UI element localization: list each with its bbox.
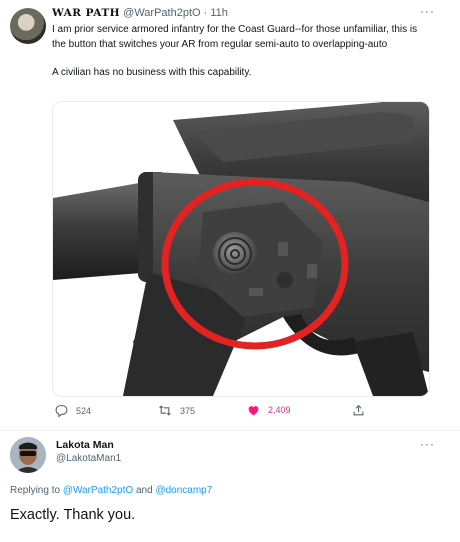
more-icon[interactable]: ··· bbox=[420, 437, 435, 451]
tweet1-text: I am prior service armored infantry for … bbox=[52, 23, 432, 81]
replying-to: Replying to @WarPath2ptO and @doncamp7 bbox=[10, 485, 212, 496]
share-button[interactable] bbox=[352, 404, 365, 417]
share-icon bbox=[353, 404, 364, 416]
tweet1-paragraph-1: I am prior service armored infantry for … bbox=[52, 24, 418, 50]
like-icon bbox=[248, 406, 259, 416]
avatar-warpath[interactable] bbox=[10, 8, 46, 44]
reply-mention-warpath[interactable]: @WarPath2ptO bbox=[63, 485, 133, 496]
tweet1-image[interactable] bbox=[52, 101, 430, 397]
tweet1-paragraph-2: A civilian has no business with this cap… bbox=[52, 67, 252, 78]
reply-mention-doncamp[interactable]: @doncamp7 bbox=[155, 485, 212, 496]
rifle-receiver-illustration bbox=[53, 102, 429, 396]
reply-icon bbox=[55, 405, 68, 417]
tweet-divider bbox=[0, 430, 460, 431]
tweet1-display-name[interactable]: WAR PATH bbox=[52, 7, 120, 19]
tweet1-separator: · bbox=[203, 7, 208, 19]
reply-button[interactable]: 524 bbox=[55, 404, 91, 417]
replying-prefix: Replying to bbox=[10, 485, 61, 496]
like-count: 2,409 bbox=[268, 405, 291, 415]
retweet-icon bbox=[159, 405, 171, 416]
like-button[interactable]: 2,409 bbox=[247, 404, 291, 416]
retweet-button[interactable]: 375 bbox=[158, 404, 195, 417]
more-icon[interactable]: ··· bbox=[420, 4, 435, 18]
replying-and: and bbox=[135, 485, 153, 496]
tweet1-time[interactable]: 11h bbox=[210, 7, 228, 19]
reply-count: 524 bbox=[76, 405, 92, 416]
avatar-lakotaman[interactable] bbox=[10, 437, 46, 473]
tweet1-header: WAR PATH @WarPath2ptO · 11h bbox=[52, 6, 228, 20]
tweet1-handle[interactable]: @WarPath2ptO bbox=[123, 7, 200, 19]
tweet2-display-name[interactable]: Lakota Man bbox=[56, 439, 114, 451]
retweet-count: 375 bbox=[180, 405, 196, 416]
tweet2-handle[interactable]: @LakotaMan1 bbox=[56, 453, 121, 464]
tweet2-text: Exactly. Thank you. bbox=[10, 507, 136, 523]
avatar-portrait bbox=[10, 437, 46, 473]
